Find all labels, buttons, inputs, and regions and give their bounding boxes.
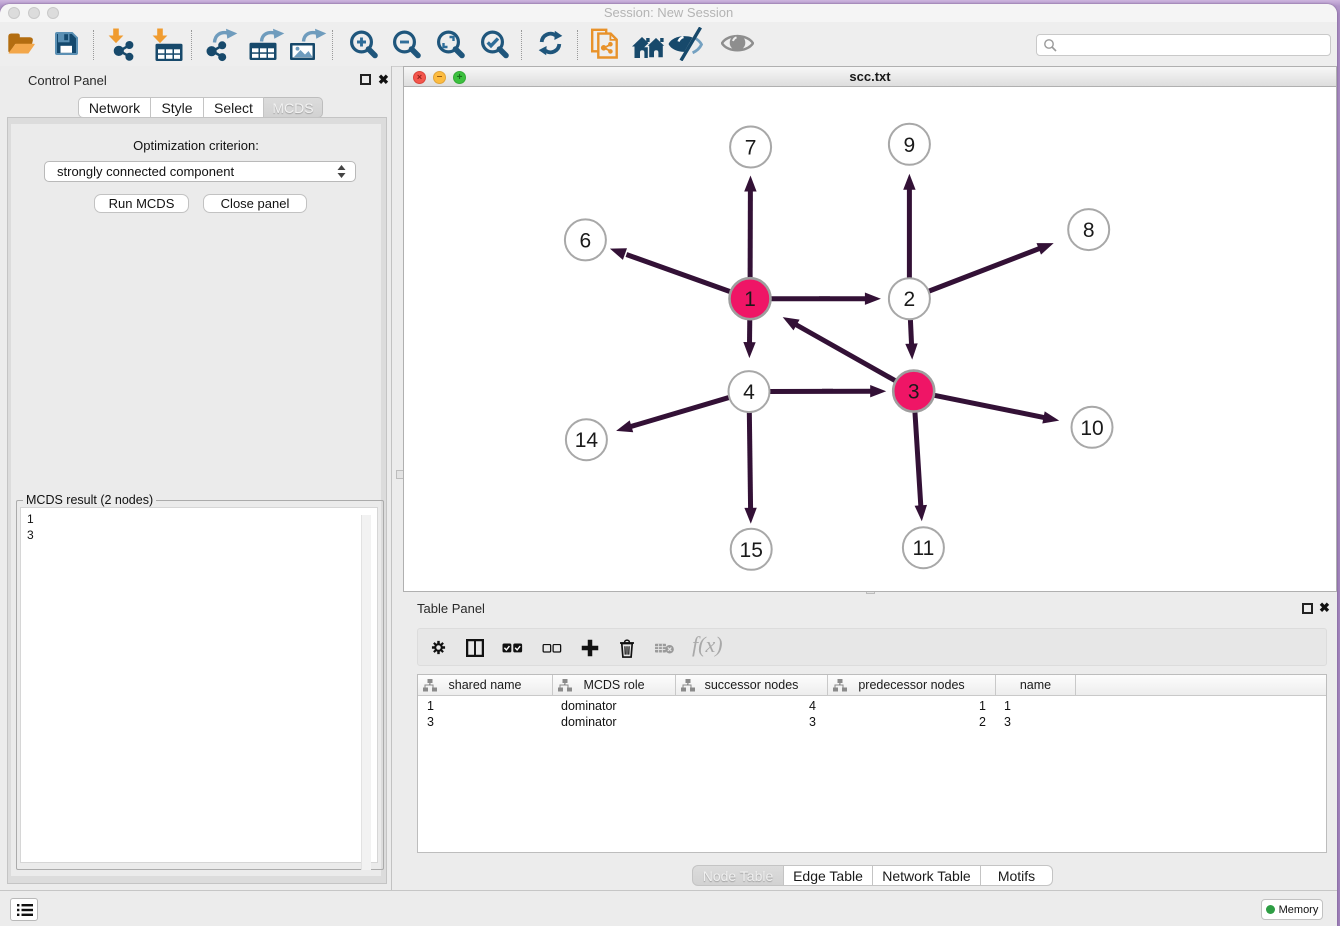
svg-text:7: 7 <box>745 137 757 160</box>
svg-text:11: 11 <box>912 537 934 560</box>
svg-text:6: 6 <box>580 229 592 252</box>
svg-text:14: 14 <box>575 429 599 452</box>
svg-text:4: 4 <box>743 381 755 404</box>
svg-text:2: 2 <box>904 288 916 311</box>
svg-text:1: 1 <box>744 288 756 311</box>
svg-text:9: 9 <box>904 134 916 157</box>
svg-text:8: 8 <box>1083 219 1095 242</box>
svg-text:10: 10 <box>1080 417 1103 440</box>
svg-text:15: 15 <box>740 539 763 562</box>
svg-text:3: 3 <box>908 381 920 404</box>
